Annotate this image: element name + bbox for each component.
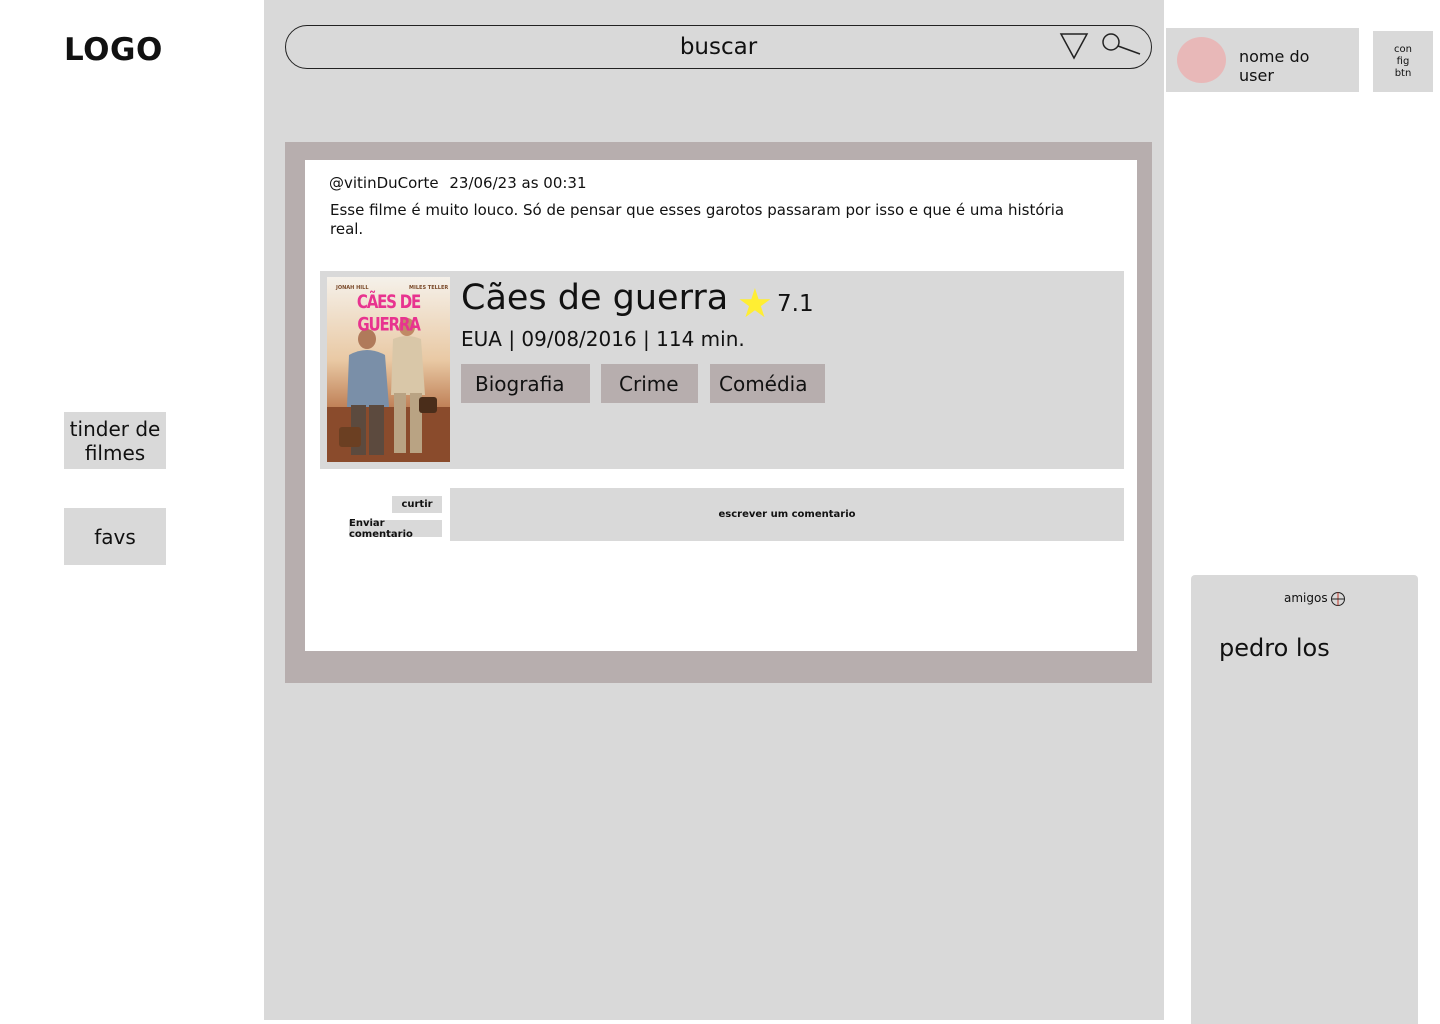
filter-triangle-icon[interactable]	[1059, 32, 1089, 60]
movie-rating: 7.1	[777, 291, 814, 317]
like-button[interactable]: curtir	[392, 496, 442, 513]
genre-tag-comedia[interactable]: Comédia	[710, 364, 825, 403]
friends-header: amigos	[1284, 590, 1346, 606]
poster-title: CÃES DE GUERRA	[356, 290, 421, 336]
movie-details: EUA | 09/08/2016 | 114 min.	[461, 327, 745, 351]
config-button-label: con fig btn	[1394, 43, 1412, 79]
config-button[interactable]: con fig btn	[1373, 31, 1433, 92]
post-author[interactable]: @vitinDuCorte	[329, 174, 439, 192]
user-name: nome do user	[1239, 47, 1310, 85]
genre-label: Biografia	[475, 371, 565, 396]
add-friend-icon[interactable]	[1330, 590, 1346, 606]
genre-tag-biografia[interactable]: Biografia	[461, 364, 590, 403]
like-button-label: curtir	[401, 499, 433, 510]
genre-tag-crime[interactable]: Crime	[601, 364, 698, 403]
friends-title: amigos	[1284, 591, 1328, 605]
post-meta: @vitinDuCorte 23/06/23 as 00:31	[329, 174, 593, 192]
genre-label: Comédia	[719, 371, 808, 396]
search-icon[interactable]	[1101, 32, 1143, 58]
avatar[interactable]	[1177, 37, 1226, 83]
post-text: Esse filme é muito louco. Só de pensar q…	[330, 201, 1065, 238]
movie-poster[interactable]: JONAH HILL MILES TELLER CÃES DE GUERRA	[327, 277, 450, 462]
friend-list-item[interactable]: pedro los	[1219, 634, 1330, 662]
search-input[interactable]: buscar	[286, 26, 1151, 68]
post-datetime: 23/06/23 as 00:31	[449, 174, 587, 192]
send-comment-button[interactable]: Enviar comentario	[349, 517, 442, 540]
star-icon: ★	[737, 281, 773, 327]
genre-label: Crime	[619, 371, 679, 396]
sidebar-item-tinder[interactable]: tinder de filmes	[64, 412, 166, 469]
search-bar[interactable]: buscar	[285, 25, 1152, 69]
comment-input[interactable]: escrever um comentario	[450, 488, 1124, 541]
sidebar-item-favs[interactable]: favs	[64, 508, 166, 565]
movie-title[interactable]: Cães de guerra	[461, 278, 728, 318]
logo[interactable]: LOGO	[64, 32, 163, 68]
sidebar-item-label: favs	[94, 524, 136, 549]
comment-placeholder: escrever um comentario	[718, 509, 856, 520]
sidebar-item-label: tinder de filmes	[69, 416, 161, 465]
send-comment-label: Enviar comentario	[349, 517, 413, 540]
